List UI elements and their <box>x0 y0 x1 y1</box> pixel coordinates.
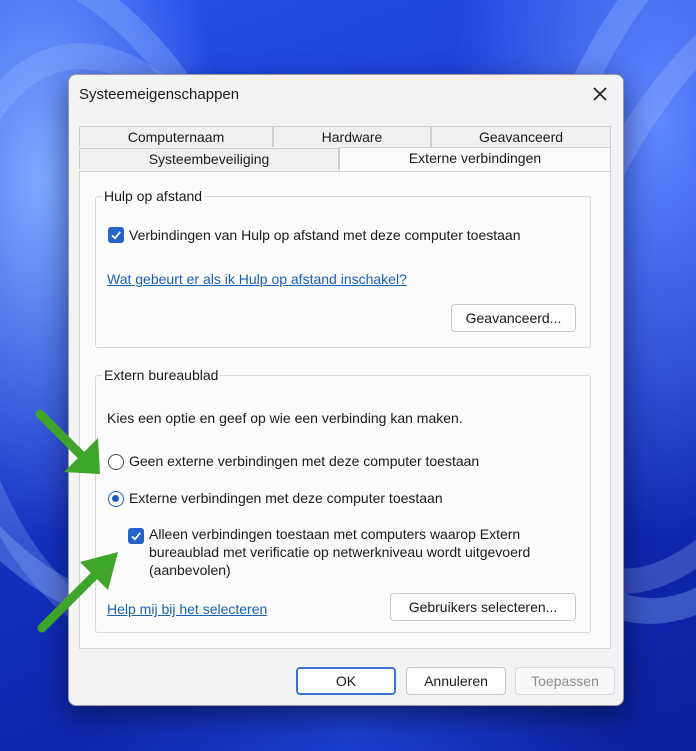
remote-desktop-intro: Kies een optie en geef op wie een verbin… <box>107 410 463 426</box>
allow-remote-assistance-checkbox[interactable] <box>108 227 124 243</box>
allow-connections-radio[interactable] <box>108 491 124 507</box>
tab-row-front: Systeembeveiliging Externe verbindingen <box>79 147 611 171</box>
remote-assistance-group: Hulp op afstand Verbindingen van Hulp op… <box>95 188 591 348</box>
tab-panel: Hulp op afstand Verbindingen van Hulp op… <box>79 171 611 649</box>
window-title: Systeemeigenschappen <box>79 86 240 103</box>
tab-computernaam[interactable]: Computernaam <box>79 126 273 147</box>
group-legend: Extern bureaublad <box>102 367 221 383</box>
tab-geavanceerd[interactable]: Geavanceerd <box>431 126 611 147</box>
allow-remote-assistance-label[interactable]: Verbindingen van Hulp op afstand met dez… <box>129 227 520 243</box>
tab-externe-verbindingen[interactable]: Externe verbindingen <box>339 147 611 171</box>
nla-label-line3[interactable]: (aanbevolen) <box>149 562 231 578</box>
tab-hardware[interactable]: Hardware <box>273 126 431 147</box>
checkmark-icon <box>111 231 121 240</box>
tab-systeembeveiliging[interactable]: Systeembeveiliging <box>79 148 339 169</box>
close-icon[interactable] <box>587 81 613 107</box>
cancel-button[interactable]: Annuleren <box>406 667 506 695</box>
advanced-button[interactable]: Geavanceerd... <box>451 304 576 332</box>
tab-row-back: Computernaam Hardware Geavanceerd <box>79 126 611 148</box>
allow-connections-label[interactable]: Externe verbindingen met deze computer t… <box>129 490 443 506</box>
remote-assistance-help-link[interactable]: Wat gebeurt er als ik Hulp op afstand in… <box>107 271 407 287</box>
checkmark-icon <box>131 532 141 541</box>
title-bar: Systeemeigenschappen <box>69 75 623 115</box>
system-properties-dialog: Systeemeigenschappen Computernaam Hardwa… <box>68 74 624 706</box>
nla-label-line1[interactable]: Alleen verbindingen toestaan met compute… <box>149 526 520 542</box>
deny-connections-label[interactable]: Geen externe verbindingen met deze compu… <box>129 453 479 469</box>
remote-desktop-group: Extern bureaublad Kies een optie en geef… <box>95 367 591 633</box>
deny-connections-radio[interactable] <box>108 454 124 470</box>
group-legend: Hulp op afstand <box>102 188 205 204</box>
ok-button[interactable]: OK <box>296 667 396 695</box>
help-select-link[interactable]: Help mij bij het selecteren <box>107 601 267 617</box>
nla-checkbox[interactable] <box>128 528 144 544</box>
select-users-button[interactable]: Gebruikers selecteren... <box>390 593 576 621</box>
annotation-arrow-icon <box>37 552 118 633</box>
apply-button[interactable]: Toepassen <box>515 667 615 695</box>
nla-label-line2[interactable]: bureaublad met verificatie op netwerkniv… <box>149 544 530 560</box>
annotation-arrow-icon <box>35 409 100 474</box>
